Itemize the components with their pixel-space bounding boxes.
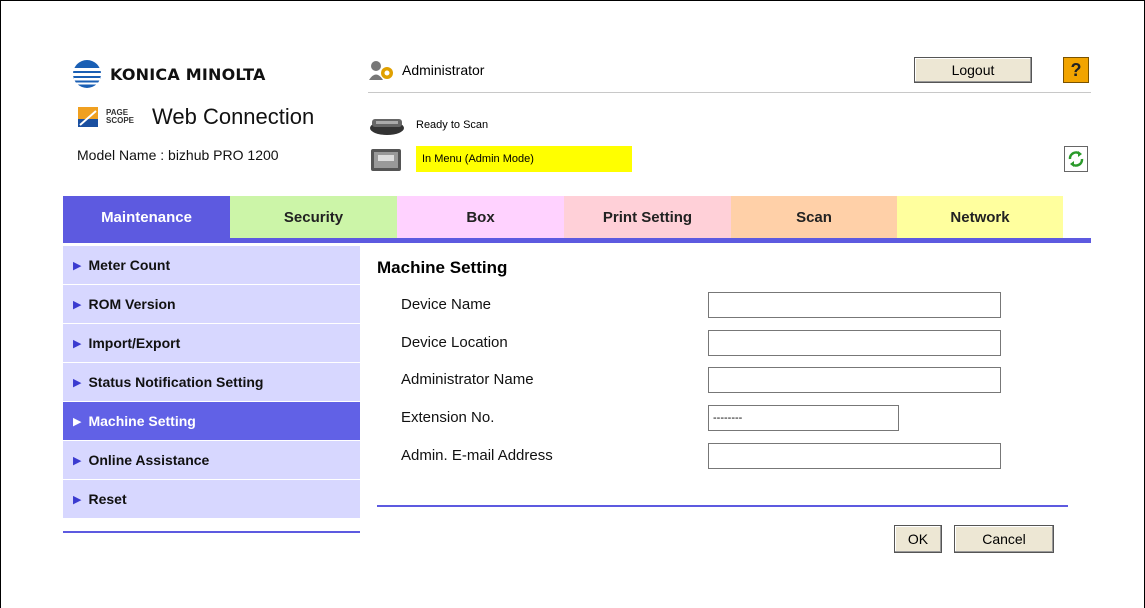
administrator-name-label: Administrator Name — [401, 371, 534, 388]
sidebar-item-label: ROM Version — [88, 296, 176, 312]
header-divider — [368, 92, 1091, 93]
sidebar-item-label: Meter Count — [88, 257, 171, 273]
triangle-right-icon: ▶ — [73, 298, 82, 311]
extension-no-label: Extension No. — [401, 409, 495, 426]
scanner-icon — [370, 119, 404, 135]
extension-no-field[interactable] — [708, 405, 899, 431]
sidebar-item-import-export[interactable]: ▶ Import/Export — [63, 324, 360, 362]
admin-user: Administrator — [368, 59, 484, 81]
sidebar: ▶ Meter Count ▶ ROM Version ▶ Import/Exp… — [63, 246, 360, 519]
sidebar-item-reset[interactable]: ▶ Reset — [63, 480, 360, 518]
admin-user-icon — [369, 61, 393, 80]
brand-name: KONICA MINOLTA — [110, 64, 266, 84]
form-bottom-rule — [377, 505, 1068, 507]
sidebar-item-status-notification[interactable]: ▶ Status Notification Setting — [63, 363, 360, 401]
logout-button[interactable]: Logout — [914, 57, 1032, 83]
konica-minolta-globe-icon — [73, 60, 101, 88]
admin-email-field[interactable] — [708, 443, 1001, 469]
product-name: Web Connection — [152, 104, 315, 129]
tab-print-setting[interactable]: Print Setting — [564, 196, 731, 238]
sidebar-item-label: Import/Export — [88, 335, 181, 351]
sidebar-item-label: Status Notification Setting — [88, 374, 264, 390]
device-name-label: Device Name — [401, 296, 492, 313]
tab-security[interactable]: Security — [230, 196, 397, 238]
device-location-field[interactable] — [708, 330, 1001, 356]
page-title: Machine Setting — [377, 258, 508, 277]
model-name: Model Name : bizhub PRO 1200 — [77, 147, 279, 163]
printer-status-text: In Menu (Admin Mode) — [416, 146, 632, 172]
sidebar-item-machine-setting[interactable]: ▶ Machine Setting — [63, 402, 360, 440]
sidebar-item-label: Machine Setting — [88, 413, 196, 429]
triangle-right-icon: ▶ — [73, 376, 82, 389]
sidebar-item-meter-count[interactable]: ▶ Meter Count — [63, 246, 360, 284]
scanner-status: Ready to Scan — [368, 113, 488, 137]
administrator-name-field[interactable] — [708, 367, 1001, 393]
device-location-label: Device Location — [401, 334, 508, 351]
triangle-right-icon: ▶ — [73, 259, 82, 272]
printer-icon — [371, 149, 401, 171]
ok-button[interactable]: OK — [894, 525, 942, 553]
refresh-button[interactable] — [1064, 146, 1088, 172]
device-name-field[interactable] — [708, 292, 1001, 318]
triangle-right-icon: ▶ — [73, 493, 82, 506]
main-tabs: Maintenance Security Box Print Setting S… — [63, 196, 1063, 238]
triangle-right-icon: ▶ — [73, 415, 82, 428]
tab-box[interactable]: Box — [397, 196, 564, 238]
tab-scan[interactable]: Scan — [731, 196, 897, 238]
printer-status: In Menu (Admin Mode) — [368, 145, 632, 173]
tab-network[interactable]: Network — [897, 196, 1063, 238]
pagescope-logo-icon — [78, 107, 98, 127]
triangle-right-icon: ▶ — [73, 337, 82, 350]
sidebar-item-label: Reset — [88, 491, 127, 507]
brand: KONICA MINOLTA — [72, 59, 266, 89]
sidebar-item-online-assistance[interactable]: ▶ Online Assistance — [63, 441, 360, 479]
admin-user-label: Administrator — [402, 62, 485, 78]
product-title: PAGE SCOPE Web Connection — [76, 104, 314, 130]
tab-maintenance[interactable]: Maintenance — [63, 196, 230, 238]
cancel-button[interactable]: Cancel — [954, 525, 1054, 553]
admin-email-label: Admin. E-mail Address — [401, 447, 553, 464]
sidebar-item-label: Online Assistance — [88, 452, 210, 468]
triangle-right-icon: ▶ — [73, 454, 82, 467]
scanner-status-text: Ready to Scan — [416, 119, 489, 131]
refresh-icon — [1068, 151, 1084, 167]
tab-underline — [63, 238, 1091, 243]
sidebar-bottom-rule — [63, 531, 360, 533]
product-tag: PAGE SCOPE — [106, 108, 135, 125]
help-button[interactable]: ? — [1063, 57, 1089, 83]
sidebar-item-rom-version[interactable]: ▶ ROM Version — [63, 285, 360, 323]
